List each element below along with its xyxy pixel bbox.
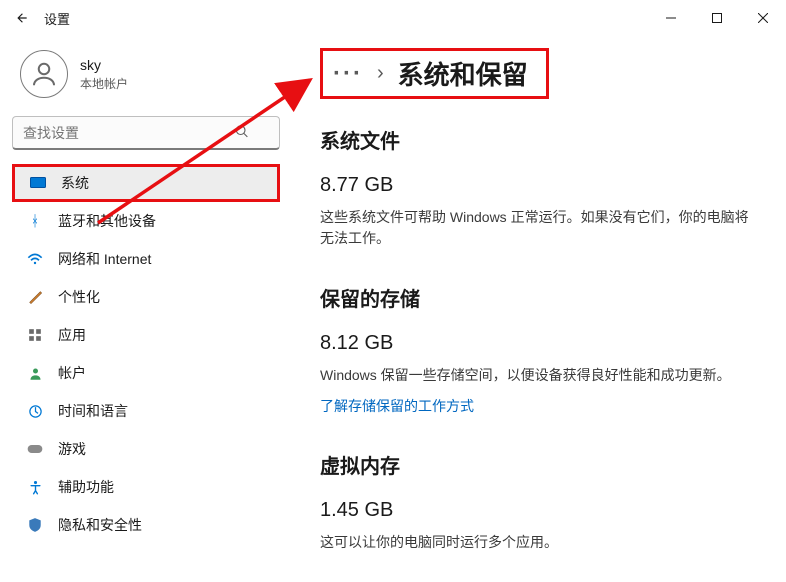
sidebar: sky 本地帐户 系统 ᚼ 蓝牙和其他设备 网络和 Internet bbox=[0, 36, 290, 582]
breadcrumb-ellipsis-icon[interactable]: ··· bbox=[333, 60, 363, 88]
back-button[interactable] bbox=[6, 2, 38, 34]
user-type: 本地帐户 bbox=[80, 75, 128, 92]
sidebar-item-timelang[interactable]: 时间和语言 bbox=[12, 392, 280, 430]
sidebar-item-label: 蓝牙和其他设备 bbox=[58, 211, 156, 231]
nav-list: 系统 ᚼ 蓝牙和其他设备 网络和 Internet 个性化 应用 帐户 bbox=[12, 164, 280, 544]
window-title: 设置 bbox=[44, 9, 70, 28]
sidebar-item-accessibility[interactable]: 辅助功能 bbox=[12, 468, 280, 506]
close-icon bbox=[758, 13, 768, 23]
accessibility-icon bbox=[26, 480, 44, 495]
section-system-files: 系统文件 8.77 GB 这些系统文件可帮助 Windows 正常运行。如果没有… bbox=[320, 125, 764, 249]
section-title: 虚拟内存 bbox=[320, 450, 764, 479]
sidebar-item-apps[interactable]: 应用 bbox=[12, 316, 280, 354]
sidebar-item-label: 网络和 Internet bbox=[58, 249, 151, 269]
section-title: 系统文件 bbox=[320, 125, 764, 154]
sidebar-item-label: 游戏 bbox=[58, 439, 86, 459]
section-desc: 这可以让你的电脑同时运行多个应用。 bbox=[320, 532, 750, 553]
section-size: 1.45 GB bbox=[320, 499, 764, 522]
shield-icon bbox=[26, 517, 44, 533]
sidebar-item-gaming[interactable]: 游戏 bbox=[12, 430, 280, 468]
user-name: sky bbox=[80, 57, 128, 73]
maximize-button[interactable] bbox=[694, 0, 740, 36]
minimize-icon bbox=[666, 13, 676, 23]
avatar bbox=[20, 50, 68, 98]
sidebar-item-accounts[interactable]: 帐户 bbox=[12, 354, 280, 392]
sidebar-item-label: 隐私和安全性 bbox=[58, 515, 142, 535]
sidebar-item-label: 帐户 bbox=[58, 363, 86, 383]
chevron-right-icon: › bbox=[377, 62, 384, 85]
search-wrap bbox=[12, 116, 280, 150]
sidebar-item-label: 系统 bbox=[61, 173, 89, 193]
user-text: sky 本地帐户 bbox=[80, 57, 128, 92]
breadcrumb-title: 系统和保留 bbox=[398, 55, 528, 92]
bluetooth-icon: ᚼ bbox=[26, 213, 44, 230]
section-size: 8.12 GB bbox=[320, 332, 764, 355]
display-icon bbox=[29, 177, 47, 189]
minimize-button[interactable] bbox=[648, 0, 694, 36]
sidebar-item-label: 个性化 bbox=[58, 287, 100, 307]
sidebar-item-network[interactable]: 网络和 Internet bbox=[12, 240, 280, 278]
clock-globe-icon bbox=[26, 404, 44, 419]
account-icon bbox=[26, 366, 44, 381]
sidebar-item-label: 时间和语言 bbox=[58, 401, 128, 421]
section-size: 8.77 GB bbox=[320, 174, 764, 197]
section-desc: Windows 保留一些存储空间，以便设备获得良好性能和成功更新。 bbox=[320, 365, 750, 386]
section-virtual: 虚拟内存 1.45 GB 这可以让你的电脑同时运行多个应用。 bbox=[320, 450, 764, 553]
reserved-learn-link[interactable]: 了解存储保留的工作方式 bbox=[320, 396, 474, 416]
titlebar: 设置 bbox=[0, 0, 786, 36]
apps-icon bbox=[26, 328, 44, 342]
sidebar-item-label: 辅助功能 bbox=[58, 477, 114, 497]
sidebar-item-personalize[interactable]: 个性化 bbox=[12, 278, 280, 316]
sidebar-item-privacy[interactable]: 隐私和安全性 bbox=[12, 506, 280, 544]
wifi-icon bbox=[26, 253, 44, 265]
gamepad-icon bbox=[26, 443, 44, 455]
search-icon bbox=[234, 124, 250, 143]
person-icon bbox=[29, 59, 59, 89]
brush-icon bbox=[26, 289, 44, 305]
back-arrow-icon bbox=[15, 11, 29, 25]
section-title: 保留的存储 bbox=[320, 283, 764, 312]
sidebar-item-system[interactable]: 系统 bbox=[12, 164, 280, 202]
close-button[interactable] bbox=[740, 0, 786, 36]
sidebar-item-bluetooth[interactable]: ᚼ 蓝牙和其他设备 bbox=[12, 202, 280, 240]
breadcrumb[interactable]: ··· › 系统和保留 bbox=[320, 48, 549, 99]
main-content: ··· › 系统和保留 系统文件 8.77 GB 这些系统文件可帮助 Windo… bbox=[290, 36, 786, 582]
section-desc: 这些系统文件可帮助 Windows 正常运行。如果没有它们，你的电脑将无法工作。 bbox=[320, 207, 750, 249]
sidebar-item-label: 应用 bbox=[58, 325, 86, 345]
section-reserved: 保留的存储 8.12 GB Windows 保留一些存储空间，以便设备获得良好性… bbox=[320, 283, 764, 416]
maximize-icon bbox=[712, 13, 722, 23]
user-block[interactable]: sky 本地帐户 bbox=[12, 42, 280, 112]
